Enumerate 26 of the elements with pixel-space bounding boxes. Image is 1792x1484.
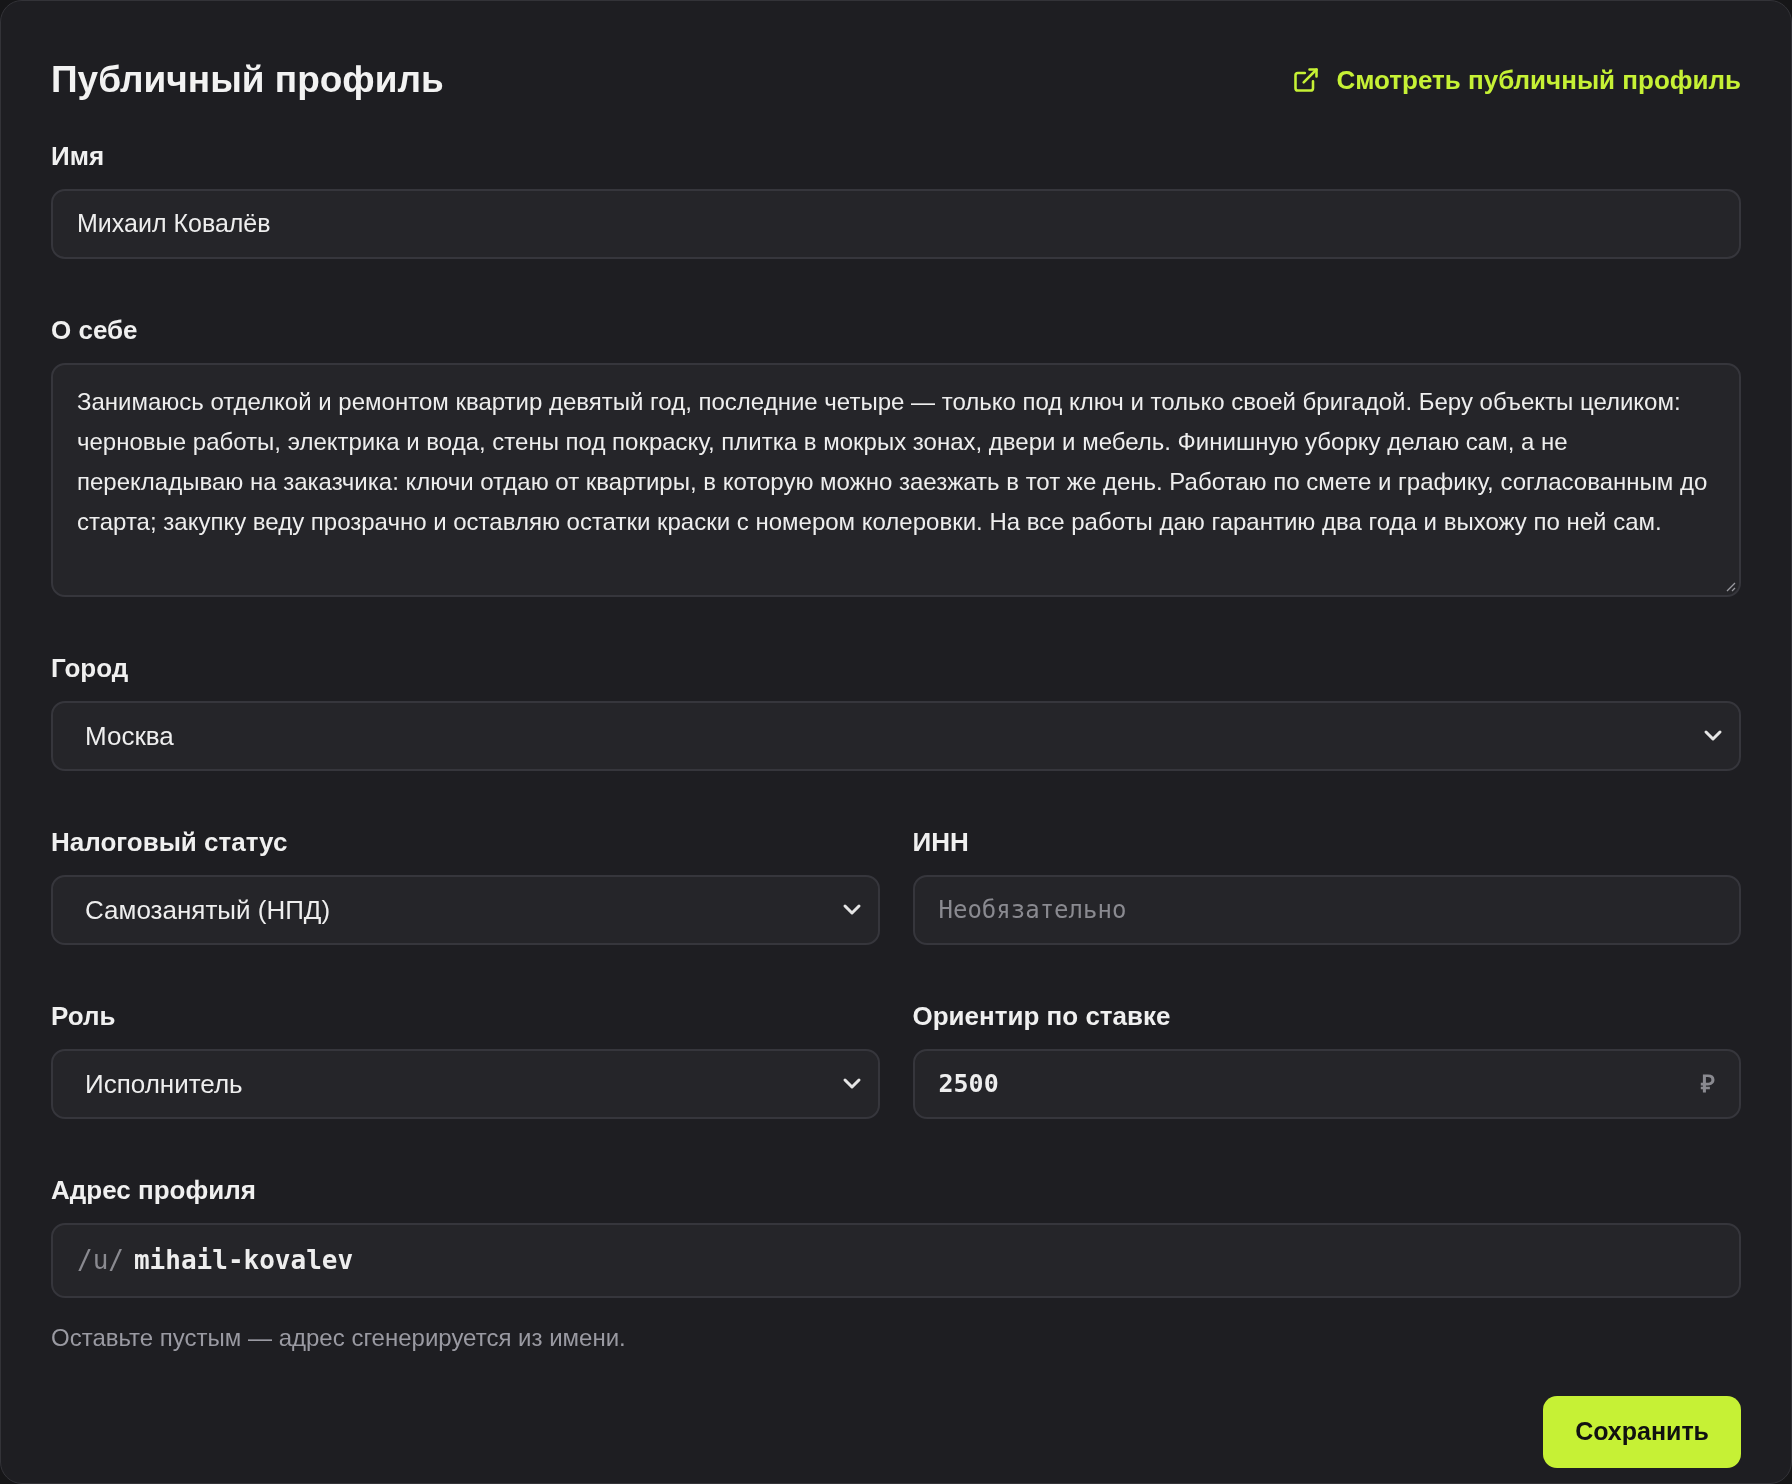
- field-label: ИНН: [912, 826, 970, 859]
- field-label: Роль: [51, 1000, 117, 1033]
- save-button[interactable]: Сохранить: [1543, 1396, 1741, 1468]
- text-field[interactable]: Михаил Ковалёв: [51, 189, 1741, 259]
- select-field[interactable]: Исполнитель: [51, 1049, 880, 1119]
- field-label: Город: [51, 652, 130, 685]
- field-label: Адрес профиля: [51, 1174, 257, 1207]
- field-label: Ориентир по ставке: [912, 1000, 1172, 1033]
- external-link-icon: [1292, 66, 1321, 94]
- select-field[interactable]: Москва: [51, 701, 1741, 771]
- slug-field[interactable]: /u/ mihail-kovalev: [51, 1223, 1741, 1298]
- select-field[interactable]: Самозанятый (НПД): [51, 875, 880, 945]
- field-label: Налоговый статус: [51, 826, 289, 859]
- chevron-down-icon: [841, 1077, 862, 1091]
- field-label: О себе: [51, 314, 139, 347]
- url-prefix: /u/: [77, 1244, 124, 1277]
- text-field[interactable]: Необязательно: [912, 875, 1741, 945]
- chevron-down-icon: [841, 903, 862, 917]
- hint-text: Оставьте пустым — адрес сгенерируется из имени.: [51, 1323, 627, 1353]
- chevron-down-icon: [1703, 729, 1723, 743]
- about-field[interactable]: Занимаюсь отделкой и ремонтом квартир девятый год, последние четыре — только под ключ и только своей бригадой. Беру объекты целиком: черновые работы, электрика и вода, стены под покраску, плитка в мокрых зонах, двери и мебель. Финишную уборку делаю сам, а не перекладываю на заказчика: ключи отдаю от квартиры, в которую можно заезжать в тот же день. Работаю по смете и графику, согласованным до старта; закупку веду прозрачно и оставляю остатки краски с номером колеровки. На все работы даю гарантию два года и выхожу по ней сам.: [51, 363, 1741, 597]
- currency-label: ₽: [1701, 1069, 1715, 1099]
- field-label: Имя: [51, 140, 106, 173]
- number-field[interactable]: 2500 ₽: [912, 1049, 1741, 1119]
- view-profile-link[interactable]: Смотреть публичный профиль: [1292, 60, 1741, 100]
- page-title: Публичный профиль: [51, 58, 444, 103]
